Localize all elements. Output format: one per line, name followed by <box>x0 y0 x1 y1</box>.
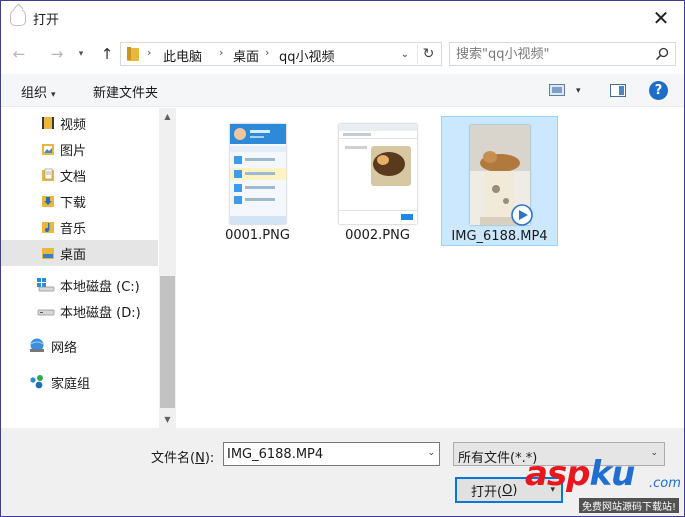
file-name: 0002.PNG <box>345 228 410 243</box>
address-dropdown-button[interactable]: ⌄ <box>396 45 414 63</box>
file-name: IMG_6188.MP4 <box>451 229 548 244</box>
homegroup-icon <box>30 375 43 389</box>
breadcrumb-separator-icon: › <box>265 46 270 59</box>
breadcrumb-desktop[interactable]: 桌面 <box>233 46 259 65</box>
file-item-0001-png[interactable]: 0001.PNG <box>199 116 316 246</box>
filename-input[interactable] <box>227 445 417 463</box>
nav-item-homegroup[interactable]: 家庭组 <box>1 369 158 395</box>
recent-locations-button[interactable]: ▾ <box>71 44 91 64</box>
drive-icon <box>37 309 55 316</box>
pictures-folder-icon <box>42 144 54 155</box>
address-bar[interactable]: › 此电脑 › 桌面 › qq小视频 ⌄ ↻ <box>120 42 442 66</box>
back-button[interactable]: ← <box>9 44 29 64</box>
watermark-ku-text: ku <box>589 454 636 494</box>
screenshot-thumbnail-icon <box>229 124 286 224</box>
app-icon <box>10 8 26 26</box>
nav-item-desktop[interactable]: 桌面 <box>1 240 158 266</box>
up-button[interactable]: ↑ <box>97 44 117 64</box>
watermark-asp-text: asp <box>525 454 591 494</box>
nav-item-drive-c[interactable]: 本地磁盘 (C:) <box>1 272 158 298</box>
nav-item-label: 图片 <box>60 143 87 159</box>
change-view-icon[interactable] <box>549 84 565 96</box>
navigation-pane-scrollbar[interactable]: ▲ ▼ <box>159 108 176 428</box>
watermark-subtitle: 免费网站源码下载站! <box>579 498 680 513</box>
navigation-pane: 视频 图片 文档 下载 音乐 桌面 本地磁盘 (C:) 本地磁盘 (D:) 网络… <box>1 108 176 428</box>
downloads-folder-icon <box>42 196 54 207</box>
network-icon <box>30 338 44 352</box>
nav-item-label: 桌面 <box>60 247 87 263</box>
help-icon[interactable]: ? <box>649 81 668 100</box>
breadcrumb-separator-icon: › <box>219 46 224 59</box>
breadcrumb-separator-icon: › <box>147 46 152 59</box>
filename-label: 文件名(N): <box>151 451 215 466</box>
scroll-thumb[interactable] <box>160 276 175 408</box>
documents-folder-icon <box>42 168 54 181</box>
breadcrumb-qq-video[interactable]: qq小视频 <box>279 46 335 65</box>
nav-item-documents[interactable]: 文档 <box>1 162 158 188</box>
open-file-dialog: 打开 ✕ ← → ▾ ↑ › 此电脑 › 桌面 › qq小视频 ⌄ ↻ 搜索"q… <box>0 0 685 517</box>
desktop-folder-icon <box>42 248 54 259</box>
preview-pane-icon[interactable] <box>610 84 626 97</box>
file-name: 0001.PNG <box>225 228 290 243</box>
search-icon[interactable] <box>655 47 669 61</box>
scroll-down-button[interactable]: ▼ <box>159 411 176 428</box>
navigation-bar: ← → ▾ ↑ › 此电脑 › 桌面 › qq小视频 ⌄ ↻ <box>1 34 684 74</box>
chevron-down-icon: ▾ <box>51 90 56 100</box>
organize-label: 组织 <box>21 86 48 101</box>
music-folder-icon <box>42 222 54 233</box>
organize-button[interactable]: 组织 ▾ <box>21 82 56 101</box>
nav-item-downloads[interactable]: 下载 <box>1 188 158 214</box>
watermark-com-text: .com <box>649 476 681 491</box>
file-item-0002-png[interactable]: 0002.PNG <box>319 116 436 246</box>
nav-item-label: 家庭组 <box>51 376 91 392</box>
nav-item-label: 本地磁盘 (D:) <box>60 305 141 321</box>
nav-item-pictures[interactable]: 图片 <box>1 136 158 162</box>
window-title: 打开 <box>33 13 60 28</box>
forward-button[interactable]: → <box>47 44 67 64</box>
nav-item-music[interactable]: 音乐 <box>1 214 158 240</box>
nav-item-network[interactable]: 网络 <box>1 333 158 359</box>
view-options-chevron-icon[interactable]: ▾ <box>576 86 581 96</box>
file-item-img-6188-mp4[interactable]: IMG_6188.MP4 <box>441 116 558 246</box>
nav-item-label: 视频 <box>60 117 87 133</box>
search-box <box>449 42 676 66</box>
filename-combobox: ⌄ <box>223 442 440 466</box>
nav-item-drive-d[interactable]: 本地磁盘 (D:) <box>1 298 158 324</box>
command-toolbar: 组织 ▾ 新建文件夹 ▾ ? <box>1 74 684 107</box>
video-folder-icon <box>42 117 54 129</box>
nav-item-videos[interactable]: 视频 <box>1 110 158 136</box>
nav-item-label: 文档 <box>60 169 87 185</box>
screenshot-thumbnail-icon <box>338 124 417 224</box>
title-bar: 打开 ✕ <box>1 1 684 34</box>
new-folder-button[interactable]: 新建文件夹 <box>93 82 158 101</box>
play-icon <box>511 204 533 226</box>
file-list: 0001.PNG 0002.PNG IMG_6188.MP4 <box>177 108 684 428</box>
nav-item-label: 本地磁盘 (C:) <box>60 279 140 295</box>
chevron-down-icon[interactable]: ⌄ <box>427 448 435 458</box>
search-input[interactable] <box>456 45 646 63</box>
scroll-up-button[interactable]: ▲ <box>159 108 176 125</box>
close-button[interactable]: ✕ <box>638 1 684 34</box>
folder-icon <box>127 47 139 61</box>
watermark-logo: aspku .com 免费网站源码下载站! <box>521 454 684 516</box>
nav-item-label: 下载 <box>60 195 87 211</box>
nav-item-label: 音乐 <box>60 221 87 237</box>
nav-item-label: 网络 <box>51 340 78 356</box>
windows-drive-icon <box>37 278 55 292</box>
breadcrumb-this-pc[interactable]: 此电脑 <box>163 46 202 65</box>
refresh-button[interactable]: ↻ <box>417 44 439 64</box>
